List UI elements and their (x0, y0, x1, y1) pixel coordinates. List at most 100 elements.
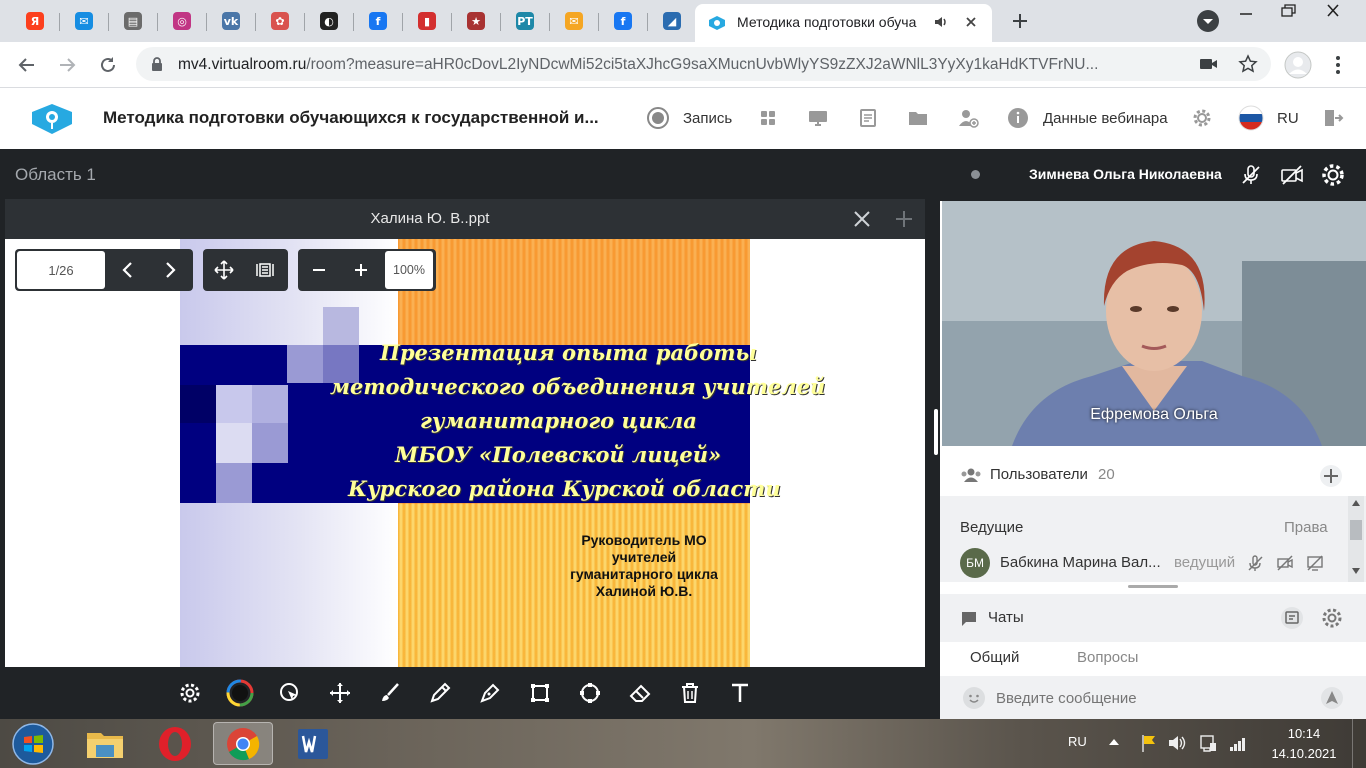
user-camera-off-icon[interactable] (1276, 554, 1294, 572)
pencil-tool-icon[interactable] (425, 678, 455, 708)
send-icon[interactable] (1320, 686, 1344, 710)
active-tab[interactable]: Методика подготовки обуча (695, 4, 992, 42)
audio-playing-icon[interactable] (933, 14, 949, 30)
scrollbar-thumb[interactable] (1350, 520, 1362, 540)
pinned-tab[interactable]: ✉ (69, 7, 99, 35)
record-label[interactable]: Запись (683, 110, 732, 127)
screen-share-icon[interactable] (805, 105, 831, 131)
start-button-icon[interactable] (8, 721, 58, 767)
eraser-tool-icon[interactable] (625, 678, 655, 708)
language-label[interactable]: RU (1277, 110, 1299, 127)
tab-general[interactable]: Общий (970, 649, 1019, 666)
keyboard-language[interactable]: RU (1068, 734, 1087, 749)
add-user-icon[interactable] (955, 105, 981, 131)
settings-icon[interactable] (1189, 105, 1215, 131)
pinned-tab[interactable]: f (363, 7, 393, 35)
zoom-out-icon[interactable] (310, 261, 328, 279)
browser-menu-icon[interactable] (1330, 54, 1346, 76)
video-settings-icon[interactable] (1319, 161, 1347, 189)
chat-settings-icon[interactable] (1320, 606, 1344, 630)
restore-icon[interactable] (1279, 3, 1297, 19)
tab-questions[interactable]: Вопросы (1077, 649, 1138, 666)
rectangle-tool-icon[interactable] (525, 678, 555, 708)
word-taskbar-icon[interactable] (282, 722, 342, 765)
mic-off-icon[interactable] (1238, 162, 1264, 188)
pen-tool-icon[interactable] (475, 678, 505, 708)
scroll-up-icon[interactable] (1352, 500, 1360, 506)
lock-icon[interactable] (150, 56, 164, 72)
pinned-tab[interactable]: f (608, 7, 638, 35)
minimize-icon[interactable] (1236, 6, 1256, 18)
previous-page-icon[interactable] (119, 260, 137, 280)
user-mic-off-icon[interactable] (1246, 554, 1264, 572)
clock-date[interactable]: 14.10.2021 (1264, 746, 1344, 761)
splitter-handle[interactable] (934, 409, 938, 455)
pinned-tab[interactable]: PT (510, 7, 540, 35)
profile-avatar-icon[interactable] (1284, 51, 1312, 79)
color-picker-icon[interactable] (225, 678, 255, 708)
pinned-tab[interactable]: ▤ (118, 7, 148, 35)
pinned-tab[interactable]: ✿ (265, 7, 295, 35)
close-window-icon[interactable] (1324, 3, 1342, 19)
webcam-video[interactable]: Ефремова Ольга (942, 201, 1366, 446)
add-area-icon[interactable] (895, 210, 913, 228)
presentation-slide-viewport[interactable]: Презентация опыта работы методического о… (5, 239, 925, 667)
settings-icon[interactable] (175, 678, 205, 708)
panel-splitter[interactable] (932, 149, 940, 719)
fit-width-icon[interactable] (214, 260, 234, 280)
russia-flag-icon[interactable] (1238, 105, 1264, 131)
clock-time[interactable]: 10:14 (1268, 726, 1340, 741)
chrome-taskbar-icon[interactable] (213, 722, 273, 765)
fit-page-icon[interactable] (255, 260, 275, 280)
page-counter[interactable]: 1/26 (17, 251, 105, 289)
resize-handle[interactable] (1128, 585, 1178, 588)
volume-icon[interactable] (1167, 733, 1187, 753)
message-input[interactable] (996, 686, 1296, 710)
add-participant-icon[interactable] (1319, 464, 1343, 488)
scroll-down-icon[interactable] (1352, 568, 1360, 574)
zoom-in-icon[interactable] (352, 261, 370, 279)
flag-icon[interactable] (1140, 733, 1158, 753)
bookmark-star-icon[interactable] (1238, 54, 1258, 74)
show-desktop-button[interactable] (1352, 719, 1366, 768)
webinar-data-label[interactable]: Данные вебинара (1043, 110, 1168, 127)
virtualroom-logo-icon[interactable] (30, 102, 74, 136)
next-page-icon[interactable] (161, 260, 179, 280)
tab-search-icon[interactable] (1196, 9, 1220, 33)
close-document-icon[interactable] (853, 210, 871, 228)
tray-expand-icon[interactable] (1108, 737, 1120, 747)
pinned-tab[interactable]: ▮ (412, 7, 442, 35)
pinned-tab[interactable]: ◐ (314, 7, 344, 35)
text-tool-icon[interactable] (725, 678, 755, 708)
pointer-tool-icon[interactable] (275, 678, 305, 708)
delete-icon[interactable] (675, 678, 705, 708)
camera-off-icon[interactable] (1279, 162, 1305, 188)
network-icon[interactable] (1198, 733, 1218, 753)
pinned-tab[interactable]: Я (20, 7, 50, 35)
reload-icon[interactable] (97, 54, 119, 76)
pinned-tab[interactable]: ◢ (657, 7, 687, 35)
new-tab-button[interactable] (1005, 7, 1035, 35)
signal-icon[interactable] (1228, 733, 1248, 753)
omnibox[interactable]: mv4.virtualroom.ru/room?measure=aHR0cDov… (136, 47, 1271, 81)
emoji-icon[interactable] (962, 686, 986, 710)
move-tool-icon[interactable] (325, 678, 355, 708)
exit-icon[interactable] (1320, 105, 1346, 131)
back-icon[interactable] (16, 54, 38, 76)
record-icon[interactable] (645, 105, 671, 131)
explorer-taskbar-icon[interactable] (75, 722, 135, 765)
pinned-tab[interactable]: ★ (461, 7, 491, 35)
new-chat-icon[interactable] (1280, 606, 1304, 630)
url-text[interactable]: mv4.virtualroom.ru/room?measure=aHR0cDov… (178, 56, 1178, 74)
folder-icon[interactable] (905, 105, 931, 131)
brush-tool-icon[interactable] (375, 678, 405, 708)
opera-taskbar-icon[interactable] (145, 722, 205, 765)
pinned-tab[interactable]: ✉ (559, 7, 589, 35)
user-row[interactable]: БМ Бабкина Марина Вал... ведущий (940, 548, 1348, 580)
pinned-tab[interactable]: ◎ (167, 7, 197, 35)
section-resizer[interactable] (940, 582, 1366, 594)
notes-icon[interactable] (855, 105, 881, 131)
close-tab-icon[interactable] (963, 14, 979, 30)
info-icon[interactable] (1005, 105, 1031, 131)
user-screen-off-icon[interactable] (1306, 554, 1324, 572)
